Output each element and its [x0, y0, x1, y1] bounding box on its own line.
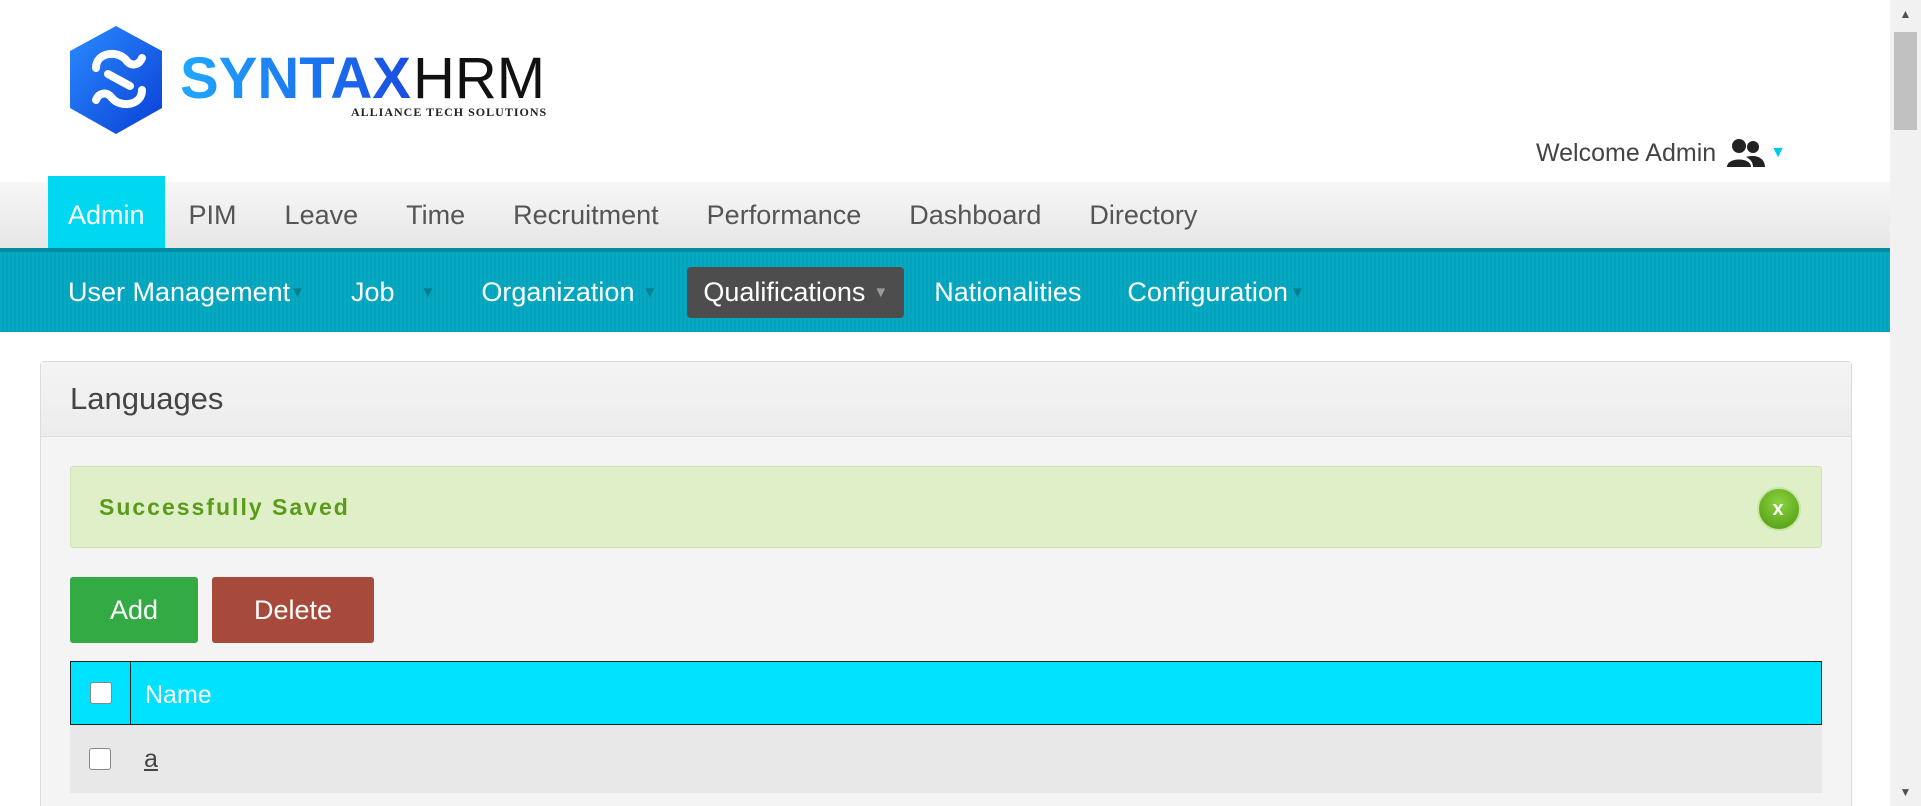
delete-button[interactable]: Delete	[212, 577, 374, 643]
alert-message: Successfully Saved	[99, 493, 350, 520]
languages-panel: Languages Successfully Saved x Add Delet…	[40, 361, 1852, 806]
users-icon	[1726, 138, 1766, 168]
chevron-down-icon: ▼	[873, 283, 889, 301]
languages-table: Name a	[70, 661, 1822, 793]
close-icon[interactable]: x	[1757, 487, 1801, 531]
main-menu-directory[interactable]: Directory	[1065, 182, 1221, 248]
main-menu-time[interactable]: Time	[382, 182, 489, 248]
syntaxhrm-logo[interactable]: SYNTAX HRM ALLIANCE TECH SOLUTIONS	[68, 24, 568, 140]
sub-menu-label: Nationalities	[934, 276, 1082, 307]
main-menu-pim[interactable]: PIM	[165, 182, 261, 248]
select-all-checkbox[interactable]	[89, 682, 112, 704]
sub-menu-label: Configuration	[1127, 276, 1288, 307]
table-row: a	[70, 725, 1822, 793]
main-menu-leave[interactable]: Leave	[261, 182, 383, 248]
scroll-thumb[interactable]	[1894, 32, 1917, 130]
sub-menu-configuration[interactable]: Configuration ▼	[1111, 267, 1320, 318]
scroll-up-icon[interactable]: ▲	[1890, 2, 1921, 26]
panel-title: Languages	[41, 362, 1851, 437]
vertical-scrollbar[interactable]: ▲ ▼	[1890, 0, 1921, 806]
row-checkbox-cell	[70, 748, 130, 770]
row-name-link[interactable]: a	[130, 745, 158, 774]
chevron-down-icon: ▼	[1289, 283, 1305, 301]
sub-menu-nationalities[interactable]: Nationalities	[918, 267, 1097, 318]
sub-menu-qualifications[interactable]: Qualifications ▼	[687, 266, 905, 318]
success-alert: Successfully Saved x	[70, 466, 1822, 548]
column-header-name[interactable]: Name	[131, 662, 212, 724]
add-button[interactable]: Add	[70, 577, 198, 643]
chevron-down-icon: ▼	[1770, 144, 1786, 161]
scroll-down-icon[interactable]: ▼	[1890, 780, 1921, 804]
chevron-down-icon: ▼	[642, 283, 658, 301]
row-checkbox[interactable]	[89, 748, 111, 770]
welcome-text: Welcome Admin	[1535, 138, 1717, 167]
main-menu-performance[interactable]: Performance	[683, 182, 886, 248]
sub-menu-label: User Management	[68, 276, 291, 307]
logo-tagline: ALLIANCE TECH SOLUTIONS	[351, 105, 547, 119]
sub-menu-label: Job	[350, 276, 395, 307]
sub-menu-job[interactable]: Job ▼	[335, 267, 451, 318]
sub-menu: User Management ▼ Job ▼ Organization ▼ Q…	[0, 248, 1890, 332]
sub-menu-organization[interactable]: Organization ▼	[465, 267, 673, 318]
logo-text-hrm: HRM	[413, 46, 545, 111]
sub-menu-label: Organization	[481, 276, 635, 307]
logo-text-syntax: SYNTAX	[180, 46, 411, 111]
chevron-down-icon: ▼	[420, 283, 436, 301]
chevron-down-icon: ▼	[290, 283, 305, 301]
page: SYNTAX HRM ALLIANCE TECH SOLUTIONS Welco…	[0, 0, 1890, 806]
main-menu-admin[interactable]: Admin	[48, 176, 165, 254]
sub-menu-user-management[interactable]: User Management ▼	[56, 267, 321, 318]
welcome-menu[interactable]: Welcome Admin ▼	[1536, 138, 1786, 168]
main-menu-recruitment[interactable]: Recruitment	[489, 182, 683, 248]
sub-menu-label: Qualifications	[703, 276, 866, 307]
main-menu-dashboard[interactable]: Dashboard	[885, 182, 1065, 248]
table-header: Name	[70, 661, 1822, 725]
select-all-cell	[71, 662, 131, 724]
main-menu: Admin PIM Leave Time Recruitment Perform…	[0, 176, 1890, 254]
